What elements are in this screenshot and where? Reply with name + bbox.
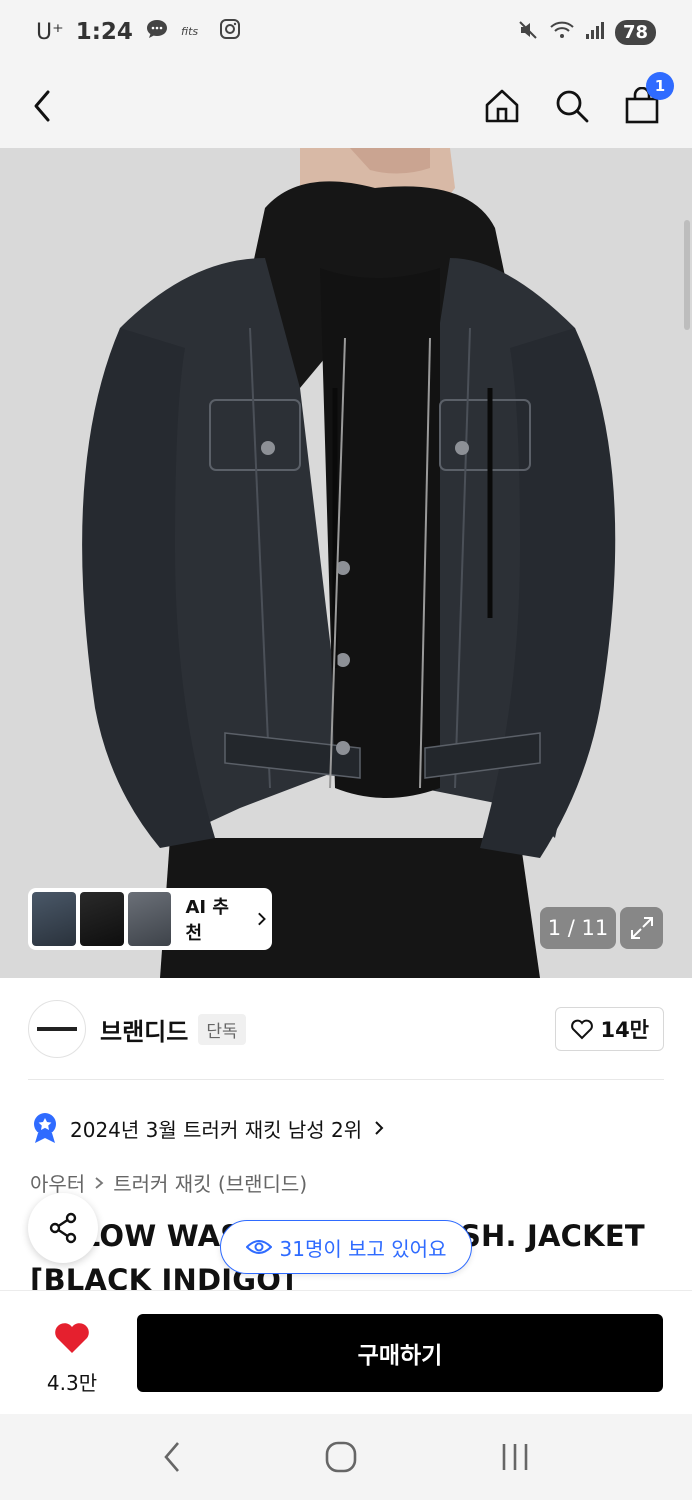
buy-button[interactable]: 구매하기 [137, 1314, 663, 1392]
scrollbar[interactable] [684, 220, 690, 330]
app-notification-icon: fits [181, 20, 207, 45]
mute-icon [517, 19, 539, 45]
brand-like-count: 14만 [600, 1018, 649, 1042]
heart-outline-icon [571, 1019, 594, 1040]
battery-indicator: 78 [614, 19, 656, 45]
wishlist-count: 4.3만 [46, 1371, 98, 1395]
ranking-text: 2024년 3월 트러커 재킷 남성 2위 [70, 1117, 363, 1142]
chevron-right-icon [95, 1176, 104, 1189]
status-left: U⁺ 1:24 fits [36, 18, 241, 46]
brand-like-button[interactable]: 14만 [555, 1007, 664, 1051]
product-image[interactable] [0, 148, 692, 978]
nav-back-icon[interactable] [160, 1440, 184, 1474]
thumbnail-2[interactable] [79, 892, 124, 946]
wishlist-button[interactable]: 4.3만 [30, 1321, 114, 1396]
ai-recommend-strip[interactable]: AI 추천 [28, 888, 272, 950]
nav-recents-icon[interactable] [498, 1440, 532, 1474]
chevron-right-icon [257, 912, 266, 926]
divider [28, 1079, 664, 1080]
ranking-row[interactable]: 2024년 3월 트러커 재킷 남성 2위 [30, 1108, 386, 1148]
nav-home-icon[interactable] [324, 1440, 358, 1474]
home-button[interactable] [482, 86, 522, 126]
thumbnail-1[interactable] [32, 892, 76, 946]
viewers-text: 31명이 보고 있어요 [279, 1236, 447, 1261]
logo-mark [37, 1027, 77, 1031]
eye-icon [245, 1240, 272, 1254]
exclusive-badge: 단독 [198, 1013, 246, 1045]
cart-count-badge: 1 [646, 72, 674, 100]
brand-logo[interactable] [28, 1000, 86, 1058]
search-icon [556, 90, 589, 123]
message-notification-icon [145, 18, 169, 46]
image-counter: 1 / 11 [540, 907, 616, 949]
home-icon [485, 89, 519, 123]
fullscreen-button[interactable] [620, 907, 663, 949]
carrier-label: U⁺ [36, 19, 64, 45]
chevron-left-icon [34, 90, 50, 122]
product-photo [0, 148, 692, 978]
chevron-right-icon [375, 1121, 384, 1135]
brand-row: 브랜디드 단독 14만 [28, 998, 664, 1060]
back-button[interactable] [30, 84, 74, 128]
nav-actions: 1 [482, 72, 674, 126]
brand-name[interactable]: 브랜디드 [100, 1012, 188, 1047]
top-nav: 1 [0, 64, 692, 148]
ai-recommend-label[interactable]: AI 추천 [185, 893, 242, 945]
share-icon [49, 1212, 77, 1244]
thumbnail-3[interactable] [127, 892, 172, 946]
viewers-pill: 31명이 보고 있어요 [220, 1220, 472, 1274]
bottom-action-bar: 4.3만 구매하기 [0, 1290, 692, 1414]
clock: 1:24 [75, 19, 133, 45]
svg-text:fits: fits [181, 25, 198, 38]
search-button[interactable] [552, 86, 592, 126]
award-badge-icon [34, 1113, 56, 1143]
instagram-icon [219, 18, 241, 46]
heart-filled-icon [55, 1323, 89, 1353]
system-nav-bar [0, 1414, 692, 1500]
share-button[interactable] [28, 1193, 98, 1263]
status-right: 78 [517, 19, 656, 45]
signal-icon [585, 20, 605, 44]
expand-icon [630, 917, 653, 939]
cart-button[interactable]: 1 [622, 72, 674, 126]
breadcrumb-subcategory[interactable]: 트러커 재킷 (브랜디드) [113, 1168, 307, 1197]
breadcrumb: 아우터 트러커 재킷 (브랜디드) [30, 1168, 307, 1197]
status-bar: U⁺ 1:24 fits 78 [0, 0, 692, 64]
wifi-icon [549, 19, 575, 45]
